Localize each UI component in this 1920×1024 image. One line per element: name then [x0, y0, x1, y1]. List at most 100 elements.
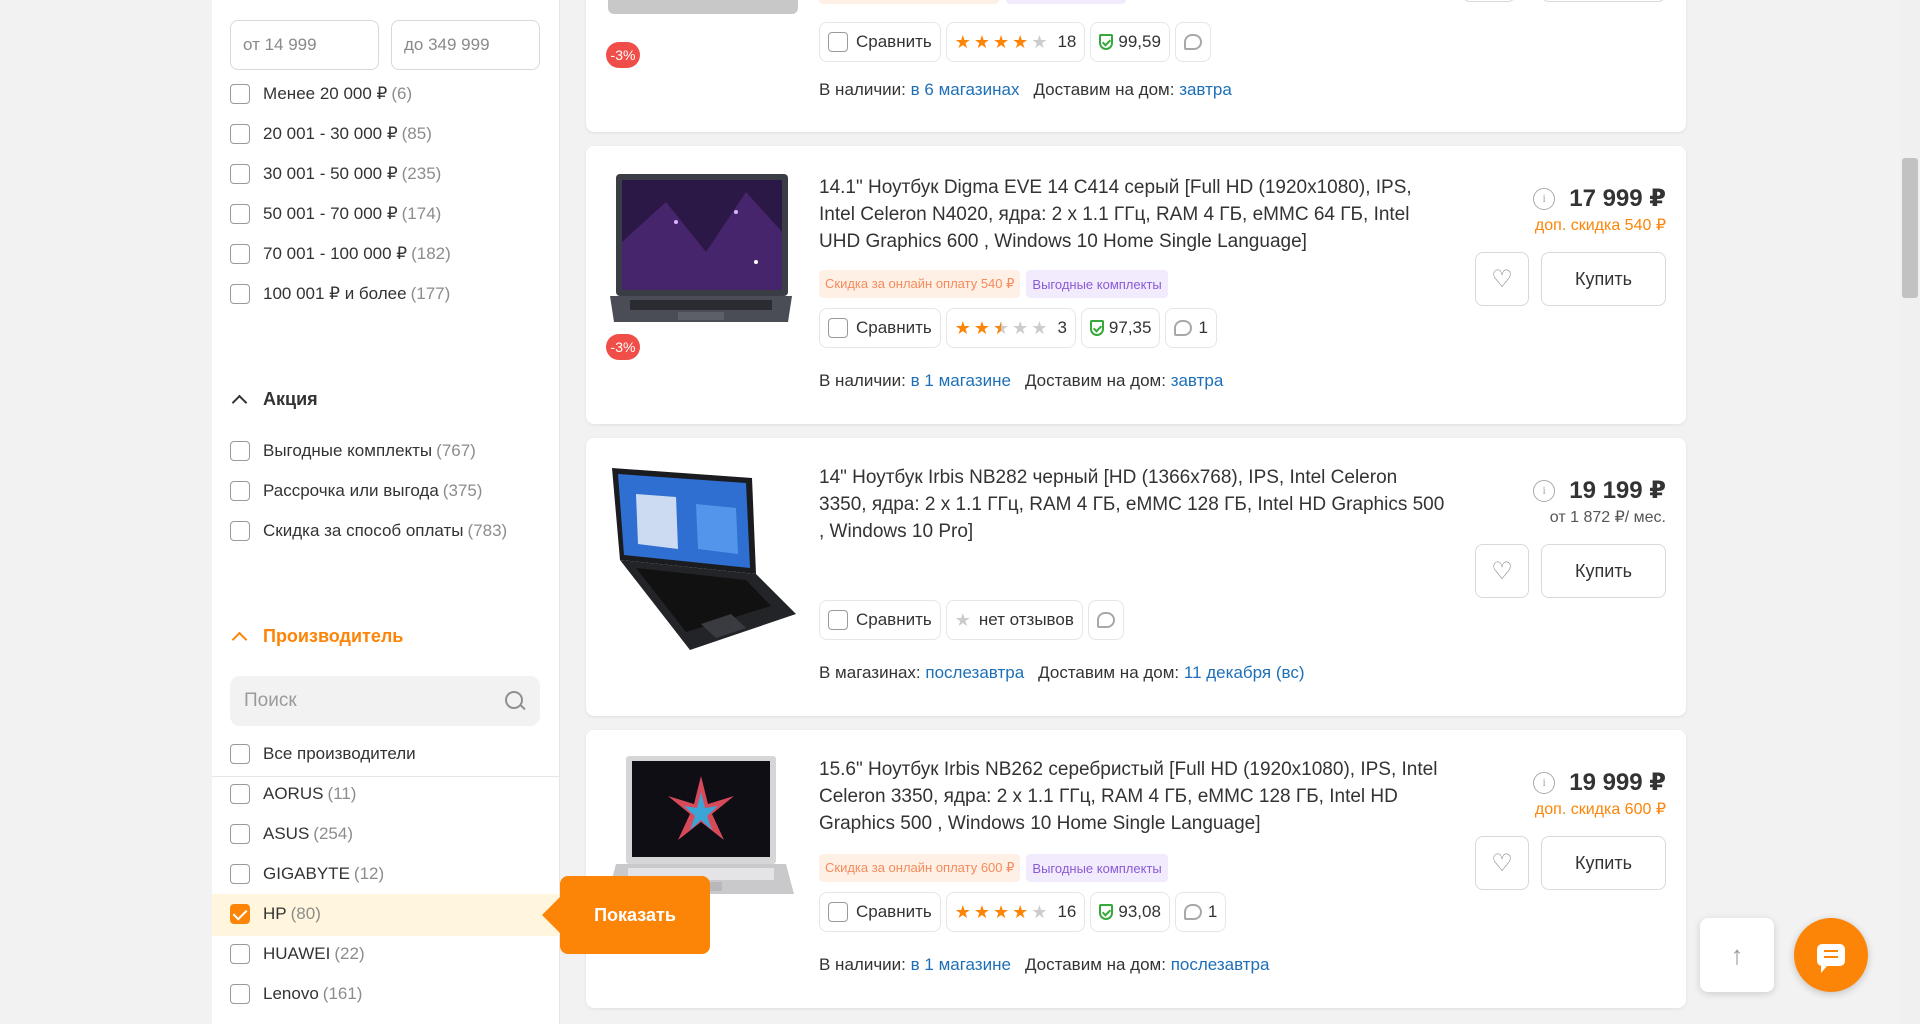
checkbox[interactable] [828, 32, 848, 52]
delivery-link[interactable]: 11 декабря (вс) [1184, 663, 1305, 682]
rating-chip[interactable]: ★ нет отзывов [945, 600, 1083, 640]
checkbox[interactable] [230, 521, 250, 541]
product-title[interactable]: 14" Ноутбук Irbis NB282 черный [HD (1366… [819, 464, 1449, 545]
product-card: -3% 14.1" Ноутбук Digma EVE 14 C414 серы… [586, 146, 1686, 424]
info-icon[interactable]: i [1533, 479, 1556, 502]
availability-link[interactable]: в 1 магазине [911, 955, 1011, 974]
checkbox[interactable] [230, 84, 250, 104]
comments-chip[interactable] [1174, 22, 1211, 62]
product-title[interactable]: 14.1" Ноутбук Digma EVE 14 C414 серый [F… [819, 174, 1449, 255]
promo-option[interactable]: Скидка за способ оплаты (783) [230, 511, 540, 551]
show-results-button[interactable]: Показать [542, 876, 710, 954]
checkbox[interactable] [230, 864, 250, 884]
rating-chip[interactable]: ★ ★ ★ ★ ★ 3 [945, 308, 1076, 348]
favorite-button[interactable]: ♡ [1475, 544, 1529, 598]
checkbox[interactable] [230, 441, 250, 461]
buy-button[interactable] [1541, 0, 1666, 2]
promo-section-toggle[interactable]: Акция [230, 389, 318, 411]
brand-option[interactable]: ASUS (254) [230, 814, 540, 854]
comments-chip[interactable]: 1 [1165, 308, 1217, 348]
availability-link[interactable]: в 6 магазинах [911, 80, 1020, 99]
bundle-tag[interactable]: Выгодные комплекты [1026, 270, 1168, 298]
rating-chip[interactable]: ★ ★ ★ ★ ★ 16 [945, 892, 1086, 932]
compare-toggle[interactable]: Сравнить [819, 308, 941, 348]
price-range-option[interactable]: Менее 20 000 ₽ (6) [230, 74, 540, 114]
scrollbar-thumb[interactable] [1902, 158, 1918, 298]
checkbox[interactable] [230, 164, 250, 184]
checkbox[interactable] [230, 124, 250, 144]
comments-chip[interactable]: 1 [1174, 892, 1227, 932]
brand-option-selected[interactable]: HP (80) [230, 894, 540, 934]
price-range-option[interactable]: 20 001 - 30 000 ₽ (85) [230, 114, 540, 154]
favorite-button[interactable] [1462, 0, 1516, 2]
rating-chip[interactable]: ★ ★ ★ ★ ★ 18 [945, 22, 1086, 62]
search-icon[interactable] [504, 690, 526, 712]
checkbox[interactable] [230, 744, 250, 764]
brand-option[interactable]: GIGABYTE (12) [230, 854, 540, 894]
bundle-tag[interactable]: Выгодные комплекты [1026, 854, 1168, 882]
availability-link[interactable]: послезавтра [925, 663, 1024, 682]
checkbox[interactable] [230, 481, 250, 501]
brand-option[interactable]: AORUS (11) [230, 774, 540, 814]
buy-button[interactable]: Купить [1541, 544, 1666, 598]
option-label: ASUS [263, 824, 310, 843]
delivery: Доставим на дом: завтра [1033, 80, 1231, 100]
checkbox[interactable] [230, 944, 250, 964]
info-icon[interactable]: i [1533, 771, 1556, 794]
availability-link[interactable]: в 1 магазине [911, 371, 1011, 390]
scroll-to-top-button[interactable]: ↑ [1700, 918, 1774, 992]
discount-badge: -3% [606, 42, 640, 68]
reliability-chip[interactable]: 93,08 [1090, 892, 1170, 932]
buy-actions: ♡ Купить [1475, 836, 1666, 890]
promo-option[interactable]: Выгодные комплекты (767) [230, 431, 540, 471]
delivery-link[interactable]: послезавтра [1171, 955, 1270, 974]
product-image[interactable] [608, 0, 798, 14]
brand-section-toggle[interactable]: Производитель [230, 626, 403, 648]
price-range-option[interactable]: 70 001 - 100 000 ₽ (182) [230, 234, 540, 274]
option-count: (375) [442, 481, 483, 500]
price-to-input[interactable] [391, 20, 540, 70]
delivery-link[interactable]: завтра [1179, 80, 1232, 99]
compare-toggle[interactable]: Сравнить [819, 600, 941, 640]
product-image[interactable] [606, 464, 796, 650]
brand-option[interactable]: Lenovo (161) [230, 974, 540, 1014]
price-range-option[interactable]: 30 001 - 50 000 ₽ (235) [230, 154, 540, 194]
reliability-chip[interactable]: 99,59 [1090, 22, 1170, 62]
checkbox[interactable] [828, 610, 848, 630]
all-brands-option[interactable]: Все производители [230, 734, 540, 774]
comments-chip[interactable] [1087, 600, 1124, 640]
checkbox[interactable] [230, 784, 250, 804]
checkbox[interactable] [828, 318, 848, 338]
checkbox[interactable] [230, 284, 250, 304]
compare-toggle[interactable]: Сравнить [819, 892, 941, 932]
page-scrollbar[interactable] [1900, 0, 1920, 1024]
checkbox[interactable] [828, 902, 848, 922]
checkbox-checked[interactable] [230, 904, 250, 924]
product-title[interactable]: 15.6" Ноутбук Irbis NB262 серебристый [F… [819, 756, 1449, 837]
promo-tag[interactable]: Скидка за онлайн оплату 600 ₽ [819, 854, 1021, 882]
checkbox[interactable] [230, 824, 250, 844]
option-count: (161) [322, 984, 363, 1003]
product-image[interactable] [606, 172, 796, 342]
info-icon[interactable]: i [1533, 187, 1556, 210]
buy-button[interactable]: Купить [1541, 836, 1666, 890]
checkbox[interactable] [230, 984, 250, 1004]
buy-button[interactable]: Купить [1541, 252, 1666, 306]
checkbox[interactable] [230, 204, 250, 224]
price-range-option[interactable]: 100 001 ₽ и более (177) [230, 274, 540, 314]
brand-search-input[interactable] [244, 690, 504, 712]
installment-price[interactable]: от 1 872 ₽/ мес. [1533, 507, 1666, 527]
favorite-button[interactable]: ♡ [1475, 252, 1529, 306]
promo-option[interactable]: Рассрочка или выгода (375) [230, 471, 540, 511]
checkbox[interactable] [230, 244, 250, 264]
brand-option[interactable]: HUAWEI (22) [230, 934, 540, 974]
compare-toggle[interactable]: Сравнить [819, 22, 941, 62]
price-from-input[interactable] [230, 20, 379, 70]
favorite-button[interactable]: ♡ [1475, 836, 1529, 890]
promo-tag[interactable]: Скидка за онлайн оплату 540 ₽ [819, 270, 1021, 298]
chat-button[interactable] [1794, 918, 1868, 992]
reliability-chip[interactable]: 97,35 [1080, 308, 1161, 348]
price-range-option[interactable]: 50 001 - 70 000 ₽ (174) [230, 194, 540, 234]
delivery-link[interactable]: завтра [1171, 371, 1224, 390]
compare-label: Сравнить [856, 318, 932, 337]
